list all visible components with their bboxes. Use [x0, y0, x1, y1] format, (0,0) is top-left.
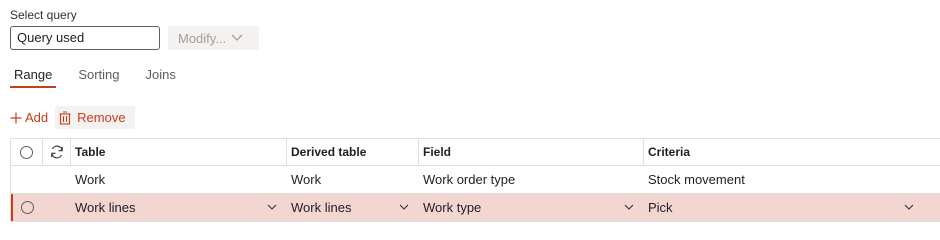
chevron-down-icon — [904, 204, 914, 210]
radio-icon — [20, 201, 34, 214]
column-header-table[interactable]: Table — [71, 139, 287, 165]
refresh-button[interactable] — [43, 139, 71, 165]
chevron-down-icon — [267, 204, 277, 210]
remove-button[interactable]: Remove — [55, 106, 135, 129]
column-header-derived-table[interactable]: Derived table — [287, 139, 419, 165]
modify-button[interactable]: Modify... — [168, 26, 259, 50]
modify-button-label: Modify... — [178, 30, 227, 46]
row-field-value: Work type — [423, 200, 482, 215]
tab-bar: Range Sorting Joins — [10, 66, 198, 88]
tab-sorting[interactable]: Sorting — [74, 66, 123, 88]
tab-joins[interactable]: Joins — [142, 66, 180, 88]
plus-icon — [10, 112, 22, 123]
column-header-criteria[interactable]: Criteria — [644, 139, 940, 165]
select-query-label: Select query — [10, 8, 77, 22]
radio-icon — [20, 145, 33, 159]
row-table-dropdown[interactable]: Work lines — [71, 194, 287, 221]
row-field-cell[interactable]: Work order type — [419, 166, 644, 193]
row-spacer — [43, 194, 71, 221]
range-grid: Table Derived table Field Criteria Work … — [10, 138, 940, 222]
row-table-value: Work lines — [75, 200, 136, 215]
row-spacer — [43, 166, 71, 193]
row-derived-table-value: Work lines — [291, 200, 352, 215]
chevron-down-icon — [624, 204, 634, 210]
column-header-field[interactable]: Field — [419, 139, 644, 165]
chevron-down-icon — [231, 34, 243, 41]
add-button-label: Add — [25, 110, 49, 125]
add-button[interactable]: Add — [10, 107, 54, 129]
action-bar: Add Remove — [10, 106, 135, 129]
remove-button-label: Remove — [77, 110, 126, 125]
row-derived-table-dropdown[interactable]: Work lines — [287, 194, 419, 221]
trash-icon — [59, 110, 71, 125]
row-select[interactable] — [10, 166, 43, 193]
row-table-cell[interactable]: Work — [71, 166, 287, 193]
row-criteria-value: Pick — [648, 200, 673, 215]
select-all-radio[interactable] — [10, 139, 43, 165]
row-criteria-dropdown[interactable]: Pick — [644, 194, 940, 221]
grid-header: Table Derived table Field Criteria — [10, 138, 940, 166]
table-row[interactable]: Work Work Work order type Stock movement — [10, 166, 940, 194]
row-criteria-cell[interactable]: Stock movement — [644, 166, 940, 193]
query-field[interactable]: Query used — [10, 26, 160, 50]
row-select-radio[interactable] — [10, 194, 43, 221]
refresh-icon — [50, 145, 63, 159]
row-derived-table-cell[interactable]: Work — [287, 166, 419, 193]
tab-range[interactable]: Range — [10, 66, 57, 88]
row-field-dropdown[interactable]: Work type — [419, 194, 644, 221]
table-row-selected[interactable]: Work lines Work lines Work type Pick — [10, 194, 940, 222]
chevron-down-icon — [399, 204, 409, 210]
